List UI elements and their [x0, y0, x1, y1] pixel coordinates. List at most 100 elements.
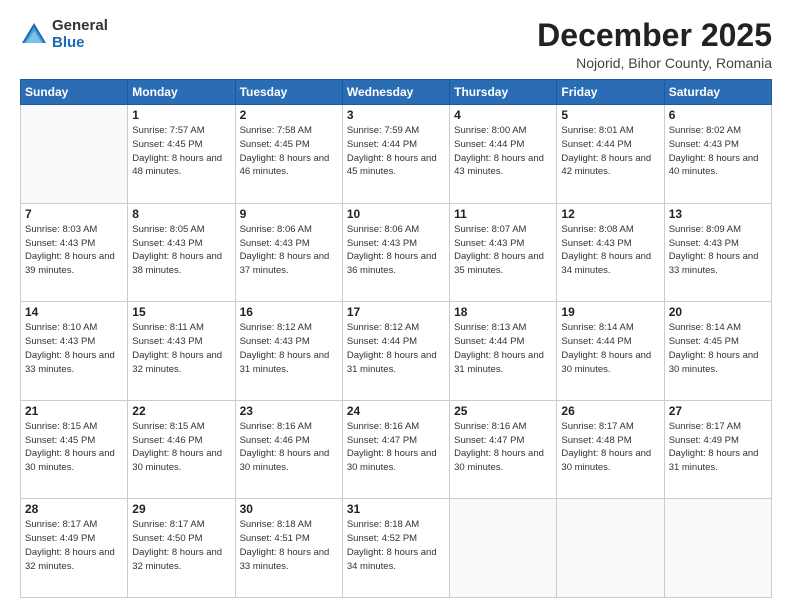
day-number: 8: [132, 207, 230, 221]
day-info: Sunrise: 8:09 AMSunset: 4:43 PMDaylight:…: [669, 224, 759, 276]
week-row-1: 1 Sunrise: 7:57 AMSunset: 4:45 PMDayligh…: [21, 105, 772, 204]
day-number: 1: [132, 108, 230, 122]
header: General Blue December 2025 Nojorid, Biho…: [20, 18, 772, 71]
calendar-cell: [557, 499, 664, 598]
calendar-cell: 9 Sunrise: 8:06 AMSunset: 4:43 PMDayligh…: [235, 203, 342, 302]
day-info: Sunrise: 7:59 AMSunset: 4:44 PMDaylight:…: [347, 125, 437, 177]
day-number: 20: [669, 305, 767, 319]
header-monday: Monday: [128, 80, 235, 105]
calendar-cell: 19 Sunrise: 8:14 AMSunset: 4:44 PMDaylig…: [557, 302, 664, 401]
calendar-cell: [21, 105, 128, 204]
day-number: 25: [454, 404, 552, 418]
calendar-cell: 7 Sunrise: 8:03 AMSunset: 4:43 PMDayligh…: [21, 203, 128, 302]
day-info: Sunrise: 8:18 AMSunset: 4:52 PMDaylight:…: [347, 519, 437, 571]
calendar-cell: 11 Sunrise: 8:07 AMSunset: 4:43 PMDaylig…: [450, 203, 557, 302]
day-info: Sunrise: 8:00 AMSunset: 4:44 PMDaylight:…: [454, 125, 544, 177]
calendar-cell: 6 Sunrise: 8:02 AMSunset: 4:43 PMDayligh…: [664, 105, 771, 204]
title-location: Nojorid, Bihor County, Romania: [537, 55, 772, 71]
day-info: Sunrise: 8:14 AMSunset: 4:44 PMDaylight:…: [561, 322, 651, 374]
day-number: 30: [240, 502, 338, 516]
logo-text: General Blue: [52, 18, 108, 51]
day-number: 3: [347, 108, 445, 122]
calendar-cell: 2 Sunrise: 7:58 AMSunset: 4:45 PMDayligh…: [235, 105, 342, 204]
header-friday: Friday: [557, 80, 664, 105]
day-info: Sunrise: 8:06 AMSunset: 4:43 PMDaylight:…: [347, 224, 437, 276]
calendar-cell: 27 Sunrise: 8:17 AMSunset: 4:49 PMDaylig…: [664, 400, 771, 499]
logo-icon: [20, 21, 48, 49]
day-info: Sunrise: 8:12 AMSunset: 4:44 PMDaylight:…: [347, 322, 437, 374]
calendar-cell: 22 Sunrise: 8:15 AMSunset: 4:46 PMDaylig…: [128, 400, 235, 499]
calendar-cell: 21 Sunrise: 8:15 AMSunset: 4:45 PMDaylig…: [21, 400, 128, 499]
logo: General Blue: [20, 18, 108, 51]
calendar-cell: 8 Sunrise: 8:05 AMSunset: 4:43 PMDayligh…: [128, 203, 235, 302]
day-number: 4: [454, 108, 552, 122]
calendar-cell: 26 Sunrise: 8:17 AMSunset: 4:48 PMDaylig…: [557, 400, 664, 499]
day-number: 31: [347, 502, 445, 516]
day-info: Sunrise: 8:13 AMSunset: 4:44 PMDaylight:…: [454, 322, 544, 374]
day-info: Sunrise: 8:15 AMSunset: 4:46 PMDaylight:…: [132, 421, 222, 473]
day-number: 16: [240, 305, 338, 319]
calendar-cell: 1 Sunrise: 7:57 AMSunset: 4:45 PMDayligh…: [128, 105, 235, 204]
day-info: Sunrise: 8:16 AMSunset: 4:46 PMDaylight:…: [240, 421, 330, 473]
day-number: 23: [240, 404, 338, 418]
calendar-header-row: Sunday Monday Tuesday Wednesday Thursday…: [21, 80, 772, 105]
day-number: 21: [25, 404, 123, 418]
calendar-cell: 16 Sunrise: 8:12 AMSunset: 4:43 PMDaylig…: [235, 302, 342, 401]
calendar-cell: 4 Sunrise: 8:00 AMSunset: 4:44 PMDayligh…: [450, 105, 557, 204]
day-info: Sunrise: 8:07 AMSunset: 4:43 PMDaylight:…: [454, 224, 544, 276]
day-info: Sunrise: 8:08 AMSunset: 4:43 PMDaylight:…: [561, 224, 651, 276]
calendar-cell: 31 Sunrise: 8:18 AMSunset: 4:52 PMDaylig…: [342, 499, 449, 598]
day-info: Sunrise: 8:02 AMSunset: 4:43 PMDaylight:…: [669, 125, 759, 177]
day-number: 18: [454, 305, 552, 319]
calendar-cell: 18 Sunrise: 8:13 AMSunset: 4:44 PMDaylig…: [450, 302, 557, 401]
day-number: 26: [561, 404, 659, 418]
calendar-cell: [450, 499, 557, 598]
logo-general-label: General: [52, 18, 108, 35]
header-tuesday: Tuesday: [235, 80, 342, 105]
calendar-table: Sunday Monday Tuesday Wednesday Thursday…: [20, 79, 772, 598]
calendar-cell: 17 Sunrise: 8:12 AMSunset: 4:44 PMDaylig…: [342, 302, 449, 401]
calendar-cell: 28 Sunrise: 8:17 AMSunset: 4:49 PMDaylig…: [21, 499, 128, 598]
calendar-cell: 5 Sunrise: 8:01 AMSunset: 4:44 PMDayligh…: [557, 105, 664, 204]
day-info: Sunrise: 8:16 AMSunset: 4:47 PMDaylight:…: [454, 421, 544, 473]
day-info: Sunrise: 7:57 AMSunset: 4:45 PMDaylight:…: [132, 125, 222, 177]
day-number: 14: [25, 305, 123, 319]
day-number: 11: [454, 207, 552, 221]
day-info: Sunrise: 8:06 AMSunset: 4:43 PMDaylight:…: [240, 224, 330, 276]
calendar-cell: 29 Sunrise: 8:17 AMSunset: 4:50 PMDaylig…: [128, 499, 235, 598]
title-block: December 2025 Nojorid, Bihor County, Rom…: [537, 18, 772, 71]
day-number: 5: [561, 108, 659, 122]
day-number: 24: [347, 404, 445, 418]
calendar-cell: 30 Sunrise: 8:18 AMSunset: 4:51 PMDaylig…: [235, 499, 342, 598]
day-number: 27: [669, 404, 767, 418]
day-info: Sunrise: 7:58 AMSunset: 4:45 PMDaylight:…: [240, 125, 330, 177]
calendar-cell: 3 Sunrise: 7:59 AMSunset: 4:44 PMDayligh…: [342, 105, 449, 204]
day-info: Sunrise: 8:05 AMSunset: 4:43 PMDaylight:…: [132, 224, 222, 276]
header-thursday: Thursday: [450, 80, 557, 105]
day-number: 10: [347, 207, 445, 221]
day-info: Sunrise: 8:10 AMSunset: 4:43 PMDaylight:…: [25, 322, 115, 374]
week-row-2: 7 Sunrise: 8:03 AMSunset: 4:43 PMDayligh…: [21, 203, 772, 302]
week-row-3: 14 Sunrise: 8:10 AMSunset: 4:43 PMDaylig…: [21, 302, 772, 401]
header-sunday: Sunday: [21, 80, 128, 105]
day-number: 2: [240, 108, 338, 122]
day-number: 9: [240, 207, 338, 221]
calendar-cell: 25 Sunrise: 8:16 AMSunset: 4:47 PMDaylig…: [450, 400, 557, 499]
day-info: Sunrise: 8:12 AMSunset: 4:43 PMDaylight:…: [240, 322, 330, 374]
day-info: Sunrise: 8:17 AMSunset: 4:48 PMDaylight:…: [561, 421, 651, 473]
day-number: 22: [132, 404, 230, 418]
day-number: 19: [561, 305, 659, 319]
calendar-cell: 20 Sunrise: 8:14 AMSunset: 4:45 PMDaylig…: [664, 302, 771, 401]
day-number: 7: [25, 207, 123, 221]
calendar-cell: 14 Sunrise: 8:10 AMSunset: 4:43 PMDaylig…: [21, 302, 128, 401]
day-info: Sunrise: 8:11 AMSunset: 4:43 PMDaylight:…: [132, 322, 222, 374]
week-row-5: 28 Sunrise: 8:17 AMSunset: 4:49 PMDaylig…: [21, 499, 772, 598]
calendar-cell: 23 Sunrise: 8:16 AMSunset: 4:46 PMDaylig…: [235, 400, 342, 499]
calendar-cell: 15 Sunrise: 8:11 AMSunset: 4:43 PMDaylig…: [128, 302, 235, 401]
day-info: Sunrise: 8:16 AMSunset: 4:47 PMDaylight:…: [347, 421, 437, 473]
calendar-cell: [664, 499, 771, 598]
day-number: 12: [561, 207, 659, 221]
day-number: 29: [132, 502, 230, 516]
day-info: Sunrise: 8:17 AMSunset: 4:50 PMDaylight:…: [132, 519, 222, 571]
day-number: 28: [25, 502, 123, 516]
